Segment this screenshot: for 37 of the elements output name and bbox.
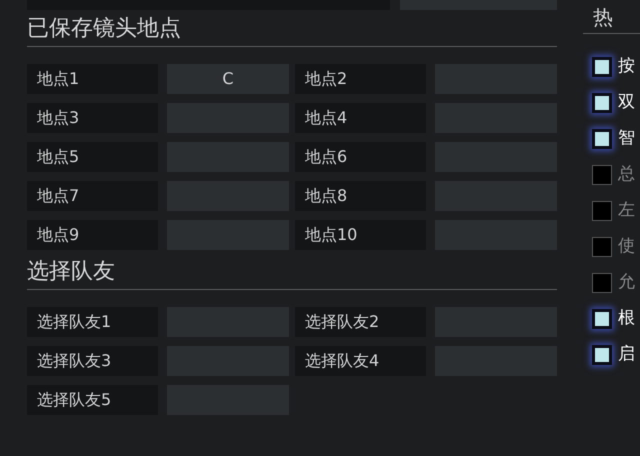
checkbox[interactable] [592,309,612,329]
binding-label: 地点5 [27,142,158,172]
binding-label: 地点10 [295,220,426,250]
option-label: 根 [618,307,635,330]
binding-label: 地点4 [295,103,426,133]
binding-label: 地点8 [295,181,426,211]
checkbox[interactable] [592,345,612,365]
option-label: 启 [618,343,635,366]
checkbox[interactable] [592,165,612,185]
option-label: 智 [618,127,635,150]
section-title: 选择队友 [27,259,115,284]
binding-label: 选择队友1 [27,307,158,337]
checkbox[interactable] [592,129,612,149]
binding-label: 地点9 [27,220,158,250]
binding-label: 地点6 [295,142,426,172]
binding-label: 地点1 [27,64,158,94]
binding-label: 选择队友4 [295,346,426,376]
option-label: 双 [618,91,635,114]
checkbox[interactable] [592,237,612,257]
option-label: 左 [618,199,635,222]
key-field[interactable]: C [167,64,289,94]
section-title: 已保存镜头地点 [27,16,181,41]
section-title: 热 [593,4,613,30]
option-label: 使 [618,235,635,258]
checkbox[interactable] [592,201,612,221]
binding-label: 地点2 [295,64,426,94]
option-label: 允 [618,271,635,294]
binding-label: 选择队友2 [295,307,426,337]
checkbox[interactable] [592,273,612,293]
checkbox[interactable] [592,57,612,77]
binding-label: 地点3 [27,103,158,133]
option-label: 总 [618,163,635,186]
checkbox[interactable] [592,93,612,113]
binding-label: 选择队友3 [27,346,158,376]
binding-label: 选择队友5 [27,385,158,415]
option-label: 按 [618,55,635,78]
binding-label: 地点7 [27,181,158,211]
